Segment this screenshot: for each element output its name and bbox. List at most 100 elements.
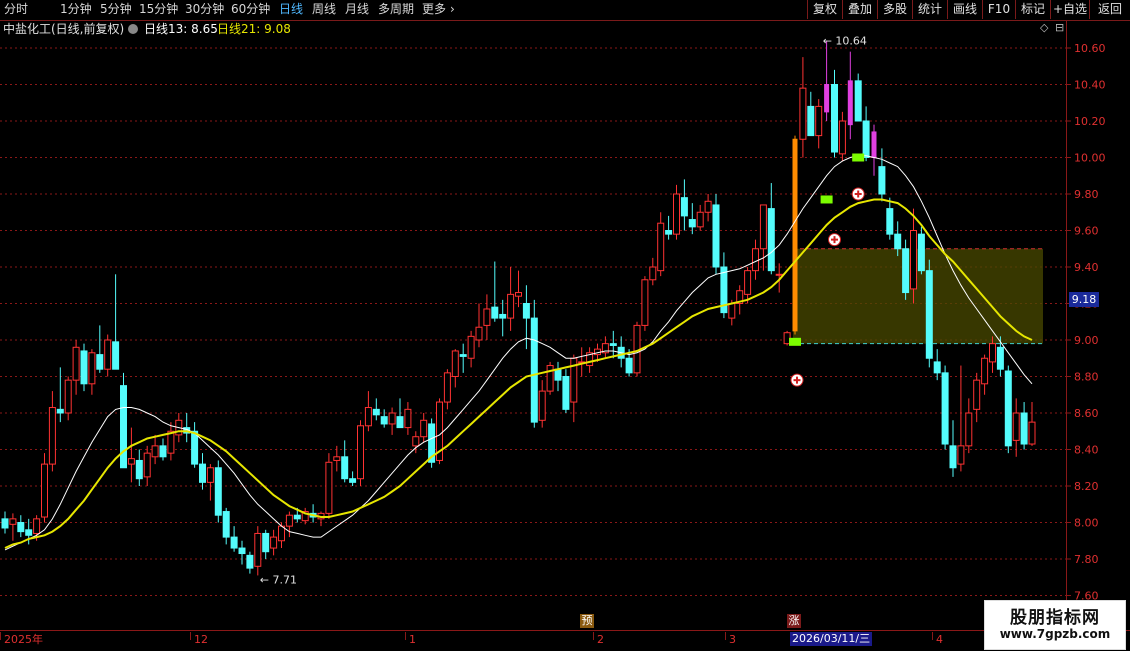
candle[interactable] [459,343,467,373]
candle[interactable] [499,299,507,337]
candle[interactable] [824,40,830,121]
candle[interactable] [815,99,823,149]
multi-stock-button[interactable]: 多股 [877,0,912,19]
period-tab-5min[interactable]: 5分钟 [100,1,132,18]
candle[interactable] [341,440,349,483]
candle[interactable] [270,529,278,556]
statistics-button[interactable]: 统计 [912,0,947,19]
candle[interactable] [41,453,48,523]
candle[interactable] [199,453,206,490]
candle[interactable] [981,354,989,395]
candle[interactable] [364,391,372,432]
period-tab-multi[interactable]: 多周期 [378,1,414,18]
candle[interactable] [467,330,475,368]
candle[interactable] [254,526,262,576]
candle[interactable] [712,194,720,275]
candle[interactable] [609,330,617,359]
period-tab-weekly[interactable]: 周线 [312,1,336,18]
candle[interactable] [301,507,309,525]
candle[interactable] [792,135,798,335]
settings-icon[interactable] [128,24,138,34]
candle[interactable] [222,507,230,545]
candle[interactable] [357,420,364,486]
candle[interactable] [167,422,175,461]
expand-icon[interactable]: ⊟ [1055,20,1064,36]
candle[interactable] [871,124,877,176]
candle[interactable] [96,325,104,373]
candle[interactable] [507,267,515,331]
candle[interactable] [538,380,546,428]
candle[interactable] [831,69,838,158]
candle[interactable] [688,203,696,235]
period-tab-15min[interactable]: 15分钟 [139,1,178,18]
candle[interactable] [183,413,191,443]
candle[interactable] [443,369,451,410]
add-watchlist-button[interactable]: +自选 [1050,0,1089,19]
candle[interactable] [696,204,704,231]
candle[interactable] [649,257,657,286]
candle[interactable] [191,422,199,468]
candle[interactable] [380,409,388,428]
candle[interactable] [854,73,862,122]
candle[interactable] [1028,402,1036,446]
candle[interactable] [151,434,159,465]
candle[interactable] [925,259,933,368]
fuquan-button[interactable]: 复权 [807,0,842,19]
period-tab-more[interactable]: 更多 [422,1,446,18]
candle[interactable] [799,57,807,158]
candlestick-chart[interactable]: 10.6010.4010.2010.009.809.609.409.209.00… [0,0,1130,650]
candle[interactable] [112,274,120,370]
candle[interactable] [420,413,428,443]
candle[interactable] [64,376,72,421]
candle[interactable] [9,513,17,541]
candle[interactable] [673,184,680,240]
candle[interactable] [601,336,609,359]
candle[interactable] [752,239,759,280]
candle[interactable] [230,526,238,552]
candle[interactable] [562,369,570,413]
candle[interactable] [238,540,246,565]
candle[interactable] [159,438,167,461]
candle[interactable] [578,347,586,377]
candle[interactable] [1,511,9,534]
candle[interactable] [530,299,538,428]
back-button[interactable]: 返回 [1089,0,1130,19]
candle[interactable] [657,212,665,277]
candle[interactable] [451,349,459,388]
candle[interactable] [965,398,973,454]
candle[interactable] [1012,398,1020,457]
candle[interactable] [475,303,483,348]
candle[interactable] [48,391,56,472]
candle[interactable] [917,226,925,275]
f10-button[interactable]: F10 [982,0,1015,19]
period-tab-1min[interactable]: 1分钟 [60,1,92,18]
candle[interactable] [736,285,744,315]
candle[interactable] [349,471,357,486]
candle[interactable] [586,347,594,373]
candle[interactable] [720,252,728,319]
candle[interactable] [759,204,767,271]
candle[interactable] [80,343,88,392]
candle[interactable] [56,367,64,423]
candle[interactable] [436,398,443,465]
candle[interactable] [838,111,846,162]
candle[interactable] [1020,402,1028,450]
mark-button[interactable]: 标记 [1015,0,1050,19]
period-tab-60min[interactable]: 60分钟 [231,1,270,18]
candle[interactable] [554,361,562,392]
candle[interactable] [886,197,894,240]
candle[interactable] [483,294,491,340]
candle[interactable] [862,106,870,162]
period-tab-30min[interactable]: 30分钟 [185,1,224,18]
candle[interactable] [72,340,80,395]
candle[interactable] [767,183,775,275]
candle[interactable] [641,276,649,331]
candle[interactable] [214,460,222,523]
diamond-icon[interactable]: ◇ [1040,20,1048,36]
candle[interactable] [404,402,412,435]
candle[interactable] [704,194,712,222]
candle[interactable] [933,349,941,381]
candle[interactable] [206,464,214,501]
candle[interactable] [515,270,522,308]
candle[interactable] [847,51,853,140]
